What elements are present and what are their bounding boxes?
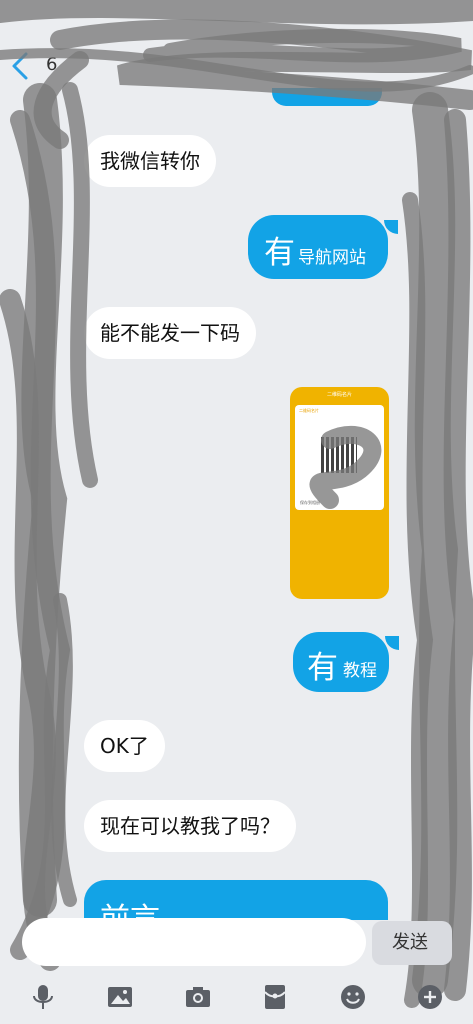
image-icon[interactable]: [105, 982, 135, 1012]
qr-card-footer: 保存到相册: [300, 500, 320, 505]
message-text-large: 有: [264, 235, 295, 271]
camera-icon[interactable]: [183, 982, 213, 1012]
emoji-icon[interactable]: [338, 982, 368, 1012]
bottom-toolbar: [0, 976, 473, 1020]
scribble-redaction: [0, 0, 473, 1008]
qr-code-image: [321, 437, 357, 473]
outgoing-bubble-partial: [272, 88, 382, 106]
message-text-partial: 前言: [100, 902, 160, 920]
plus-icon[interactable]: [415, 982, 445, 1012]
incoming-message: 我微信转你: [84, 135, 216, 187]
qr-card: 二维码名片 保存到相册: [295, 405, 384, 510]
image-header: 二维码名片: [326, 392, 352, 398]
incoming-message: 能不能发一下码: [84, 307, 256, 359]
image-message[interactable]: 二维码名片 二维码名片 保存到相册: [290, 387, 389, 599]
microphone-icon[interactable]: [28, 982, 58, 1012]
send-button[interactable]: 发送: [372, 921, 452, 965]
message-text-large: 有: [307, 650, 338, 686]
message-text-small: 导航网站: [298, 248, 366, 268]
message-text: 能不能发一下码: [100, 321, 240, 345]
message-text: 现在可以教我了吗？: [100, 814, 280, 838]
message-text-small: 教程: [343, 661, 377, 681]
incoming-message: 现在可以教我了吗？: [84, 800, 296, 852]
message-text: 我微信转你: [100, 149, 200, 173]
outgoing-message: 有 教程: [293, 632, 389, 692]
outgoing-message-partial: 前言: [84, 880, 388, 920]
message-input[interactable]: [22, 918, 366, 966]
outgoing-message: 有 导航网站: [248, 215, 388, 279]
back-icon[interactable]: [8, 48, 34, 84]
unread-count[interactable]: 6: [46, 54, 57, 75]
qr-card-title: 二维码名片: [299, 408, 319, 413]
red-packet-icon[interactable]: [260, 982, 290, 1012]
message-text: OK了: [100, 734, 149, 758]
incoming-message: OK了: [84, 720, 165, 772]
chat-header: 6: [0, 40, 473, 102]
